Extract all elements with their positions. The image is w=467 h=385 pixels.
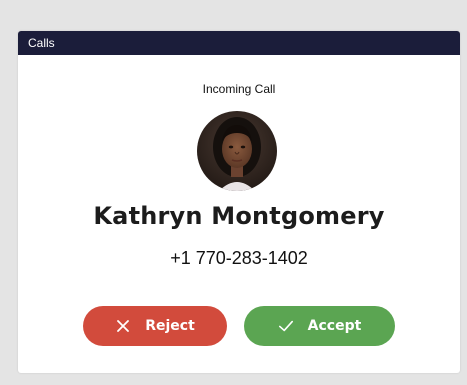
close-icon bbox=[115, 318, 131, 334]
check-icon bbox=[278, 318, 294, 334]
accept-button-label: Accept bbox=[307, 318, 362, 334]
caller-name: Kathryn Montgomery bbox=[93, 202, 385, 230]
reject-button-label: Reject bbox=[145, 318, 195, 334]
window-titlebar: Calls bbox=[18, 31, 460, 55]
call-status-label: Incoming Call bbox=[202, 82, 276, 96]
reject-button[interactable]: Reject bbox=[83, 306, 227, 346]
caller-phone-number: +1 770-283-1402 bbox=[170, 248, 308, 268]
window-title: Calls bbox=[28, 36, 55, 50]
caller-avatar bbox=[197, 111, 277, 191]
calls-window: Calls Incoming Call Kathryn Montgomery +… bbox=[18, 31, 460, 373]
accept-button[interactable]: Accept bbox=[244, 306, 395, 346]
